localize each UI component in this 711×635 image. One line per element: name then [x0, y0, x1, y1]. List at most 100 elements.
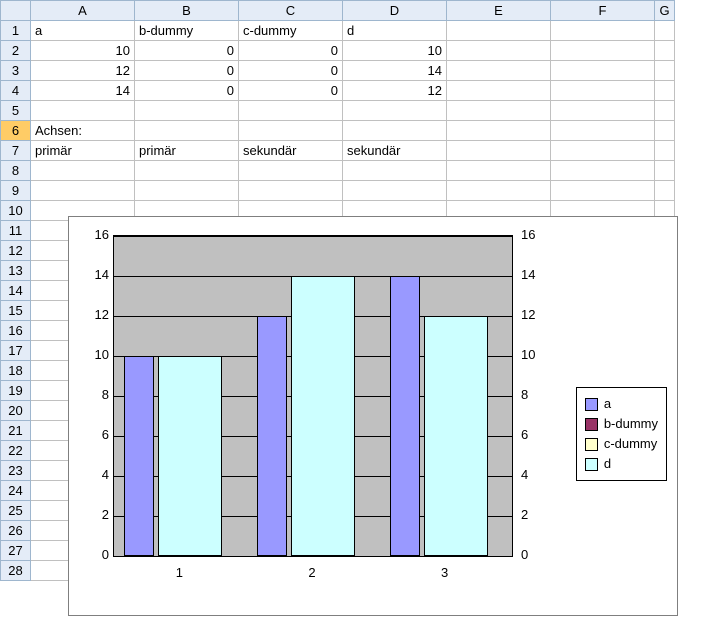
- cell-A4[interactable]: 14: [31, 81, 135, 101]
- row-header-23[interactable]: 23: [1, 461, 31, 481]
- cell-C5[interactable]: [239, 101, 343, 121]
- row-header-13[interactable]: 13: [1, 261, 31, 281]
- row-header-5[interactable]: 5: [1, 101, 31, 121]
- cell-B9[interactable]: [135, 181, 239, 201]
- row-header-8[interactable]: 8: [1, 161, 31, 181]
- cell-D7[interactable]: sekundär: [343, 141, 447, 161]
- cell-F5[interactable]: [551, 101, 655, 121]
- cell-F6[interactable]: [551, 121, 655, 141]
- cell-C2[interactable]: 0: [239, 41, 343, 61]
- row-header-4[interactable]: 4: [1, 81, 31, 101]
- cell-F7[interactable]: [551, 141, 655, 161]
- cell-E9[interactable]: [447, 181, 551, 201]
- cell-A1[interactable]: a: [31, 21, 135, 41]
- col-header-D[interactable]: D: [343, 1, 447, 21]
- select-all-corner[interactable]: [1, 1, 31, 21]
- embedded-chart[interactable]: a b-dummy c-dummy d 00224466881010121214…: [68, 216, 678, 616]
- cell-A3[interactable]: 12: [31, 61, 135, 81]
- row-header-10[interactable]: 10: [1, 201, 31, 221]
- cell-B8[interactable]: [135, 161, 239, 181]
- cell-G8[interactable]: [655, 161, 675, 181]
- row-header-16[interactable]: 16: [1, 321, 31, 341]
- cell-D8[interactable]: [343, 161, 447, 181]
- cell-D2[interactable]: 10: [343, 41, 447, 61]
- cell-E7[interactable]: [447, 141, 551, 161]
- cell-C7[interactable]: sekundär: [239, 141, 343, 161]
- row-header-2[interactable]: 2: [1, 41, 31, 61]
- row-header-12[interactable]: 12: [1, 241, 31, 261]
- cell-F9[interactable]: [551, 181, 655, 201]
- row-header-17[interactable]: 17: [1, 341, 31, 361]
- cell-E6[interactable]: [447, 121, 551, 141]
- row-header-3[interactable]: 3: [1, 61, 31, 81]
- cell-F3[interactable]: [551, 61, 655, 81]
- cell-C9[interactable]: [239, 181, 343, 201]
- cell-C6[interactable]: [239, 121, 343, 141]
- col-header-C[interactable]: C: [239, 1, 343, 21]
- cell-C4[interactable]: 0: [239, 81, 343, 101]
- col-header-A[interactable]: A: [31, 1, 135, 21]
- row-header-11[interactable]: 11: [1, 221, 31, 241]
- row-header-25[interactable]: 25: [1, 501, 31, 521]
- cell-E8[interactable]: [447, 161, 551, 181]
- row-header-20[interactable]: 20: [1, 401, 31, 421]
- cell-B6[interactable]: [135, 121, 239, 141]
- cell-A8[interactable]: [31, 161, 135, 181]
- cell-D6[interactable]: [343, 121, 447, 141]
- cell-G5[interactable]: [655, 101, 675, 121]
- row-header-15[interactable]: 15: [1, 301, 31, 321]
- row-header-27[interactable]: 27: [1, 541, 31, 561]
- row-header-7[interactable]: 7: [1, 141, 31, 161]
- col-header-B[interactable]: B: [135, 1, 239, 21]
- cell-G1[interactable]: [655, 21, 675, 41]
- cell-C8[interactable]: [239, 161, 343, 181]
- cell-E4[interactable]: [447, 81, 551, 101]
- cell-G2[interactable]: [655, 41, 675, 61]
- cell-F8[interactable]: [551, 161, 655, 181]
- cell-E3[interactable]: [447, 61, 551, 81]
- cell-G7[interactable]: [655, 141, 675, 161]
- row-header-21[interactable]: 21: [1, 421, 31, 441]
- row-header-26[interactable]: 26: [1, 521, 31, 541]
- row-header-24[interactable]: 24: [1, 481, 31, 501]
- cell-B7[interactable]: primär: [135, 141, 239, 161]
- col-header-E[interactable]: E: [447, 1, 551, 21]
- cell-G6[interactable]: [655, 121, 675, 141]
- col-header-G[interactable]: G: [655, 1, 675, 21]
- cell-A6[interactable]: Achsen:: [31, 121, 135, 141]
- row-header-18[interactable]: 18: [1, 361, 31, 381]
- cell-C1[interactable]: c-dummy: [239, 21, 343, 41]
- row-header-19[interactable]: 19: [1, 381, 31, 401]
- cell-E5[interactable]: [447, 101, 551, 121]
- row-header-1[interactable]: 1: [1, 21, 31, 41]
- row-header-28[interactable]: 28: [1, 561, 31, 581]
- cell-B3[interactable]: 0: [135, 61, 239, 81]
- cell-B4[interactable]: 0: [135, 81, 239, 101]
- cell-G3[interactable]: [655, 61, 675, 81]
- cell-D9[interactable]: [343, 181, 447, 201]
- cell-F1[interactable]: [551, 21, 655, 41]
- cell-G4[interactable]: [655, 81, 675, 101]
- row-header-22[interactable]: 22: [1, 441, 31, 461]
- row-header-14[interactable]: 14: [1, 281, 31, 301]
- cell-D4[interactable]: 12: [343, 81, 447, 101]
- cell-C3[interactable]: 0: [239, 61, 343, 81]
- cell-B2[interactable]: 0: [135, 41, 239, 61]
- col-header-F[interactable]: F: [551, 1, 655, 21]
- cell-D1[interactable]: d: [343, 21, 447, 41]
- cell-A9[interactable]: [31, 181, 135, 201]
- cell-B5[interactable]: [135, 101, 239, 121]
- cell-A2[interactable]: 10: [31, 41, 135, 61]
- cell-F2[interactable]: [551, 41, 655, 61]
- cell-F4[interactable]: [551, 81, 655, 101]
- cell-B1[interactable]: b-dummy: [135, 21, 239, 41]
- row-header-9[interactable]: 9: [1, 181, 31, 201]
- cell-A7[interactable]: primär: [31, 141, 135, 161]
- row-header-6[interactable]: 6: [1, 121, 31, 141]
- cell-D5[interactable]: [343, 101, 447, 121]
- cell-E2[interactable]: [447, 41, 551, 61]
- cell-A5[interactable]: [31, 101, 135, 121]
- cell-G9[interactable]: [655, 181, 675, 201]
- cell-E1[interactable]: [447, 21, 551, 41]
- cell-D3[interactable]: 14: [343, 61, 447, 81]
